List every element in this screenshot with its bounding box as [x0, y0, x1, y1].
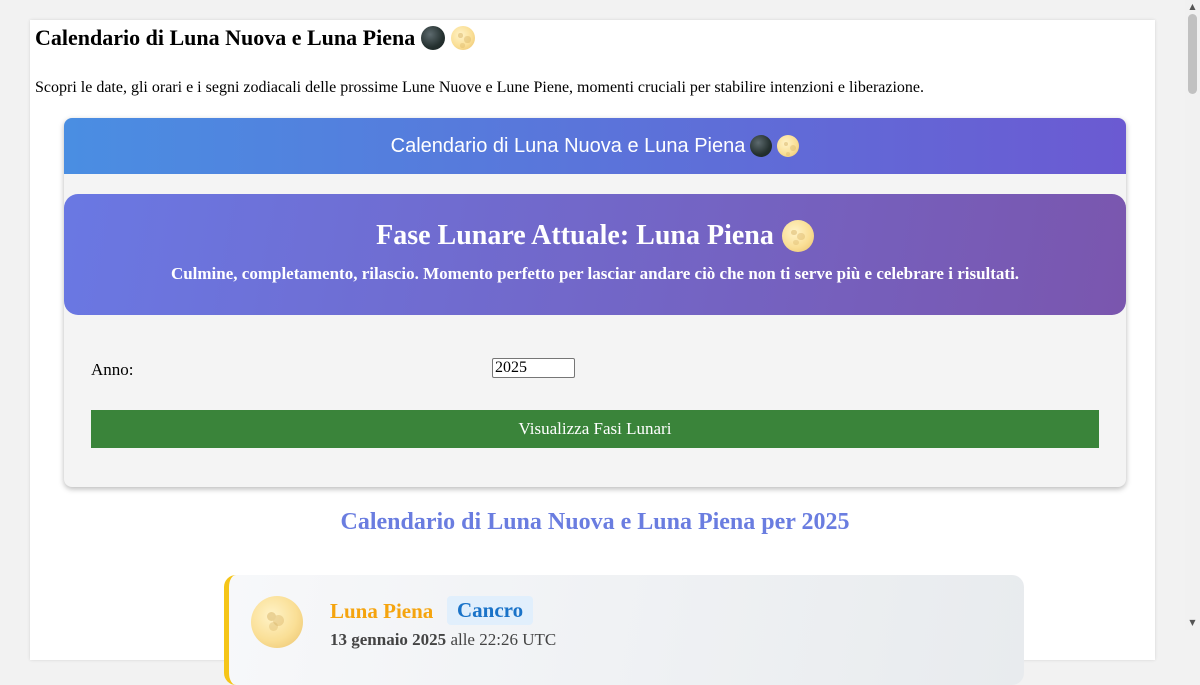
year-label: Anno:: [91, 360, 134, 379]
current-phase-banner: Fase Lunare Attuale: Luna Piena Culmine,…: [64, 194, 1126, 315]
scroll-down-arrow-icon[interactable]: ▼: [1185, 616, 1200, 630]
page-title: Calendario di Luna Nuova e Luna Piena: [35, 24, 476, 52]
full-moon-icon: [451, 26, 476, 50]
new-moon-icon: [421, 26, 446, 50]
current-phase-title-text: Fase Lunare Attuale: Luna Piena: [376, 220, 774, 251]
widget-header-title: Calendario di Luna Nuova e Luna Piena: [390, 134, 746, 157]
moon-event-type: Luna Piena: [330, 599, 434, 623]
moon-event-date: 13 gennaio 2025: [330, 630, 447, 649]
calendar-section-title: Calendario di Luna Nuova e Luna Piena pe…: [340, 509, 850, 535]
moon-calendar-widget: Calendario di Luna Nuova e Luna Piena Fa…: [64, 118, 1126, 487]
page-description: Scopri le date, gli orari e i segni zodi…: [35, 79, 925, 96]
show-moon-phases-button[interactable]: Visualizza Fasi Lunari: [91, 410, 1099, 448]
year-input[interactable]: [492, 358, 575, 378]
full-moon-icon: [781, 220, 814, 252]
scroll-up-arrow-icon[interactable]: ▲: [1185, 0, 1200, 14]
new-moon-icon: [750, 135, 773, 157]
full-moon-icon: [777, 135, 800, 157]
widget-header: Calendario di Luna Nuova e Luna Piena: [64, 118, 1126, 174]
page-container: Calendario di Luna Nuova e Luna Piena Sc…: [30, 20, 1155, 685]
vertical-scrollbar[interactable]: ▲ ▼: [1185, 0, 1200, 630]
moon-event-datetime: 13 gennaio 2025 alle 22:26 UTC: [330, 630, 556, 650]
current-phase-description: Culmine, completamento, rilascio. Moment…: [170, 264, 1020, 283]
moon-event-card: Luna Piena Cancro 13 gennaio 2025 alle 2…: [224, 575, 1024, 685]
full-moon-icon: [251, 596, 303, 648]
current-phase-title: Fase Lunare Attuale: Luna Piena: [64, 194, 1126, 254]
zodiac-sign-badge: Cancro: [447, 596, 534, 625]
scrollbar-thumb[interactable]: [1188, 14, 1197, 94]
moon-event-time: alle 22:26 UTC: [450, 630, 557, 649]
page-title-text: Calendario di Luna Nuova e Luna Piena: [35, 25, 416, 50]
